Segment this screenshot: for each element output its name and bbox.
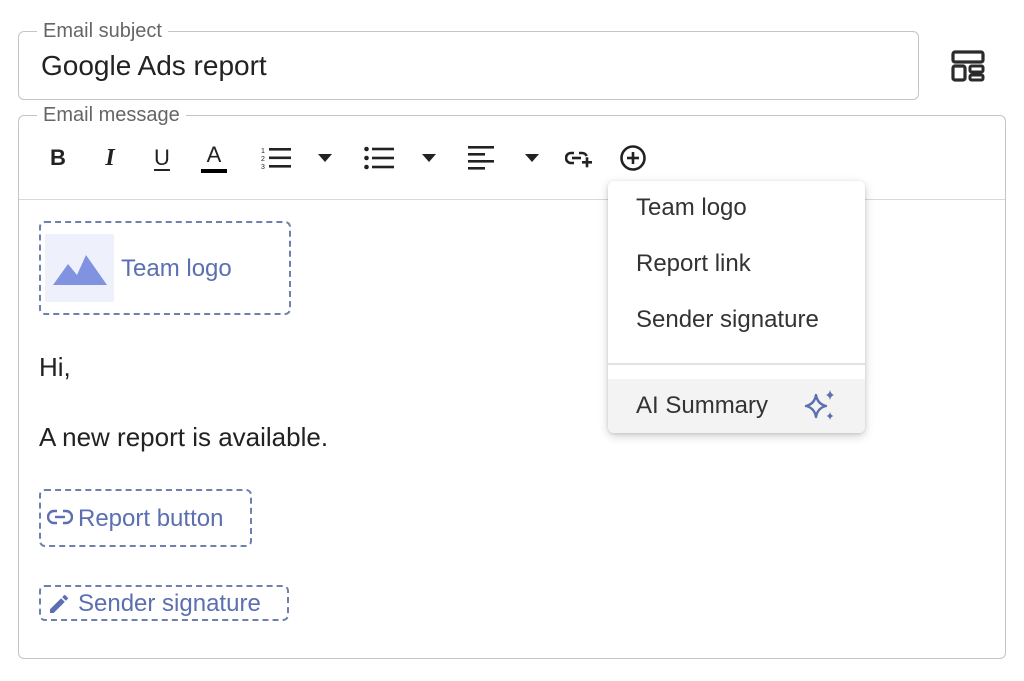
body-text: A new report is available. (39, 422, 329, 452)
align-left-icon (468, 146, 494, 170)
menu-item-team-logo[interactable]: Team logo (608, 181, 865, 235)
sender-signature-block[interactable]: Sender signature (39, 585, 289, 621)
greeting-text: Hi, (39, 352, 71, 382)
logo-thumbnail (45, 234, 114, 302)
svg-text:3: 3 (261, 164, 265, 171)
italic-button[interactable]: I (95, 138, 125, 178)
bullet-list-button[interactable] (362, 138, 396, 178)
add-link-icon (565, 151, 592, 168)
menu-item-report-link[interactable]: Report link (608, 237, 865, 291)
underline-icon: U (154, 145, 170, 170)
insert-link-button[interactable] (563, 138, 595, 178)
report-button-block[interactable]: Report button (39, 489, 252, 547)
sparkle-icon (804, 390, 834, 420)
sender-signature-label: Sender signature (78, 590, 261, 617)
team-logo-label: Team logo (121, 255, 232, 282)
insert-dropdown-menu: Team logo Report link Sender signature A… (608, 181, 865, 433)
bullet-list-dropdown[interactable] (419, 138, 439, 178)
menu-item-sender-signature[interactable]: Sender signature (608, 293, 865, 347)
ordered-list-dropdown[interactable] (315, 138, 335, 178)
insert-block-button[interactable] (617, 138, 649, 178)
menu-divider (608, 363, 865, 365)
bold-button[interactable]: B (43, 138, 73, 178)
text-color-bar (201, 168, 227, 173)
ordered-list-icon: 1 2 3 (261, 148, 291, 171)
ordered-list-button[interactable]: 1 2 3 (259, 138, 293, 178)
bold-icon: B (50, 145, 66, 170)
underline-button[interactable]: U (147, 138, 177, 178)
caret-down-icon (525, 154, 539, 162)
email-subject-field[interactable]: Email subject Google Ads report (18, 20, 919, 100)
caret-down-icon (318, 154, 332, 162)
menu-item-ai-summary[interactable]: AI Summary (608, 379, 865, 433)
text-color-button[interactable]: A (197, 138, 231, 178)
pencil-icon (50, 595, 68, 613)
align-button[interactable] (466, 138, 496, 178)
report-button-label: Report button (78, 505, 224, 532)
text-color-icon: A (206, 141, 222, 167)
image-mountains-icon (52, 255, 107, 285)
svg-text:2: 2 (261, 156, 265, 163)
template-button[interactable] (946, 44, 990, 88)
template-layout-icon (951, 50, 985, 82)
email-subject-value[interactable]: Google Ads report (41, 50, 267, 82)
bullet-list-icon (364, 146, 394, 170)
team-logo-block[interactable]: Team logo (39, 221, 291, 315)
email-subject-legend: Email subject (37, 20, 168, 42)
svg-text:1: 1 (261, 148, 265, 155)
caret-down-icon (422, 154, 436, 162)
add-circle-icon (620, 145, 646, 171)
ai-summary-label: AI Summary (636, 392, 769, 419)
italic-icon: I (105, 144, 115, 171)
link-icon (47, 509, 73, 525)
align-dropdown[interactable] (522, 138, 542, 178)
